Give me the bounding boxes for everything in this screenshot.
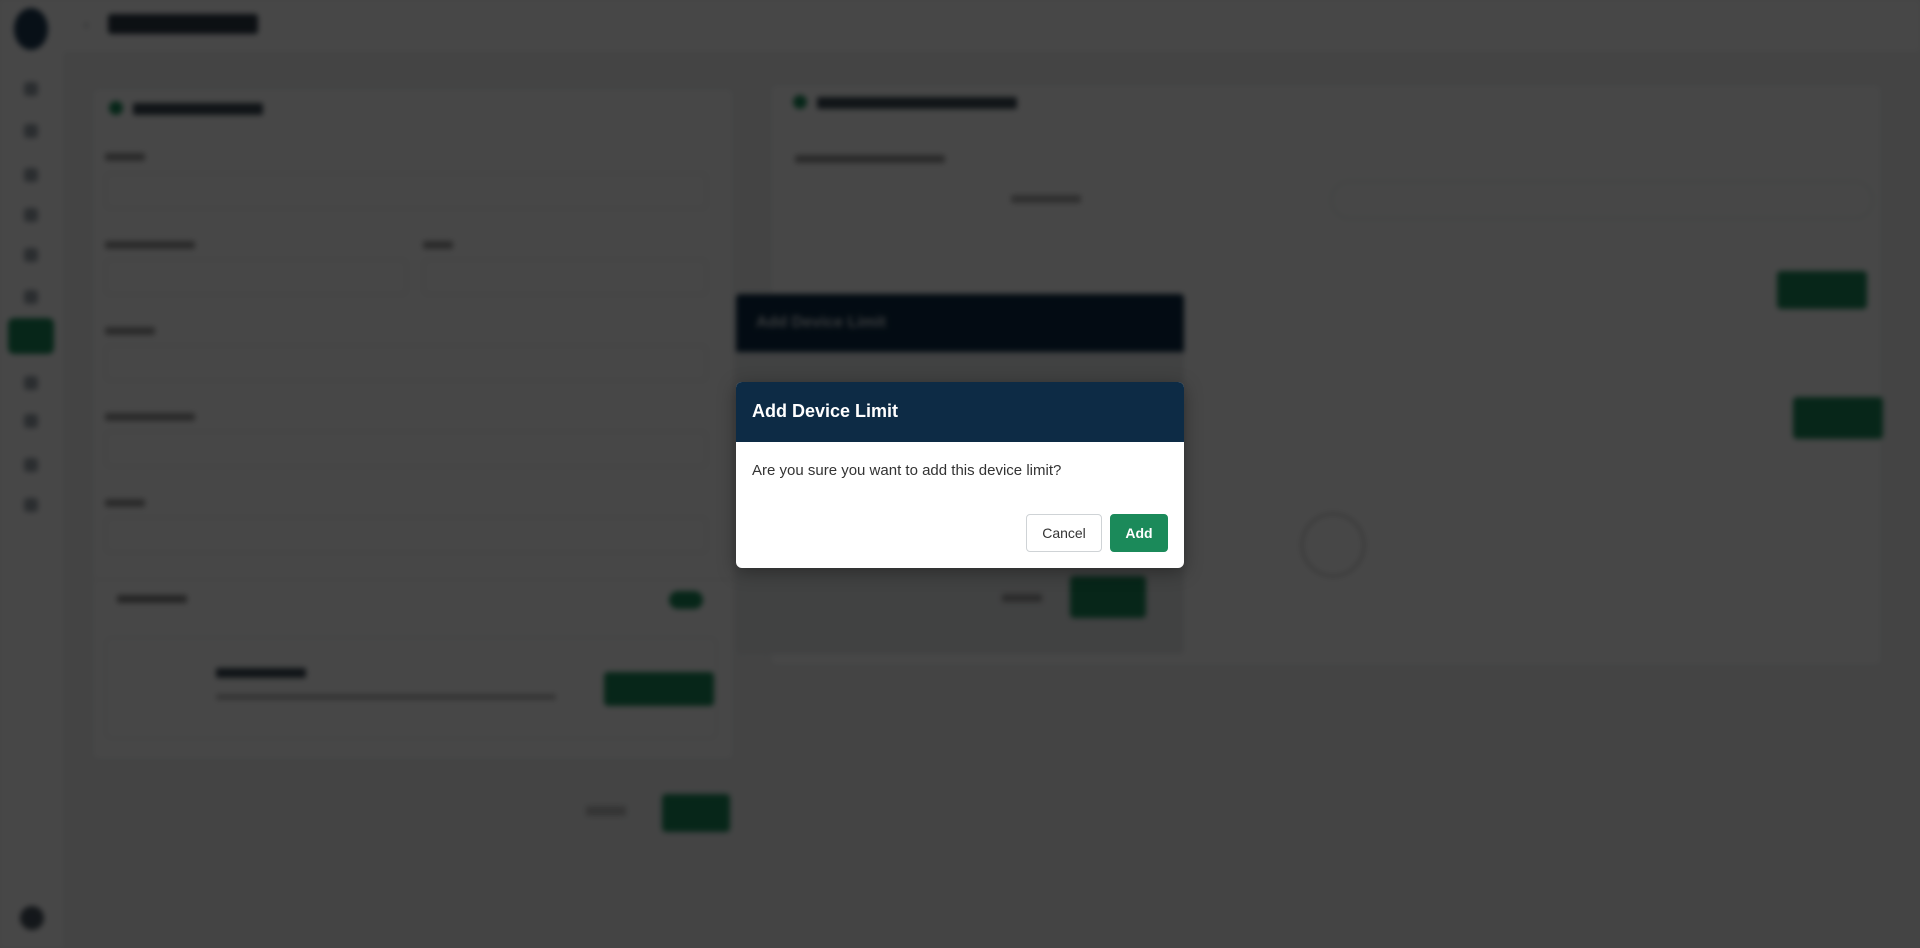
dialog-header: Add Device Limit bbox=[736, 382, 1184, 442]
cancel-button[interactable]: Cancel bbox=[1026, 514, 1102, 552]
dialog-message: Are you sure you want to add this device… bbox=[752, 462, 1062, 479]
add-button[interactable]: Add bbox=[1110, 514, 1168, 552]
confirm-dialog: Add Device Limit Are you sure you want t… bbox=[736, 382, 1184, 568]
dialog-title: Add Device Limit bbox=[752, 401, 899, 421]
